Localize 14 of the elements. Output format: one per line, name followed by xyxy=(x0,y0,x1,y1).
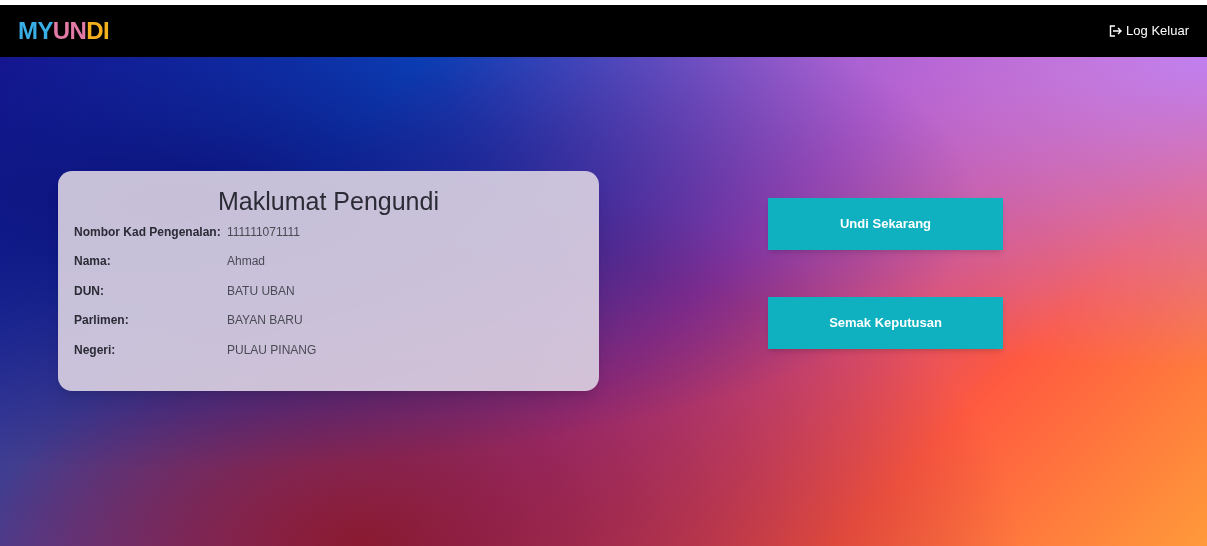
card-title: Maklumat Pengundi xyxy=(217,186,440,217)
logo[interactable]: MYUNDI xyxy=(18,13,110,49)
field-value: BATU UBAN xyxy=(227,282,295,300)
field-value: Ahmad xyxy=(227,253,266,271)
field-value: 111111071111 xyxy=(227,223,300,241)
logout-icon xyxy=(1109,25,1123,37)
field-label: DUN: xyxy=(74,282,105,300)
field-label: Nama: xyxy=(74,253,112,271)
field-label: Nombor Kad Pengenalan: xyxy=(74,223,222,241)
field-value: PULAU PINANG xyxy=(227,341,317,359)
field-label: Parlimen: xyxy=(74,312,130,330)
field-value: BAYAN BARU xyxy=(227,312,303,330)
field-label: Negeri: xyxy=(74,341,117,359)
logout-link[interactable]: Log Keluar xyxy=(1109,21,1189,41)
